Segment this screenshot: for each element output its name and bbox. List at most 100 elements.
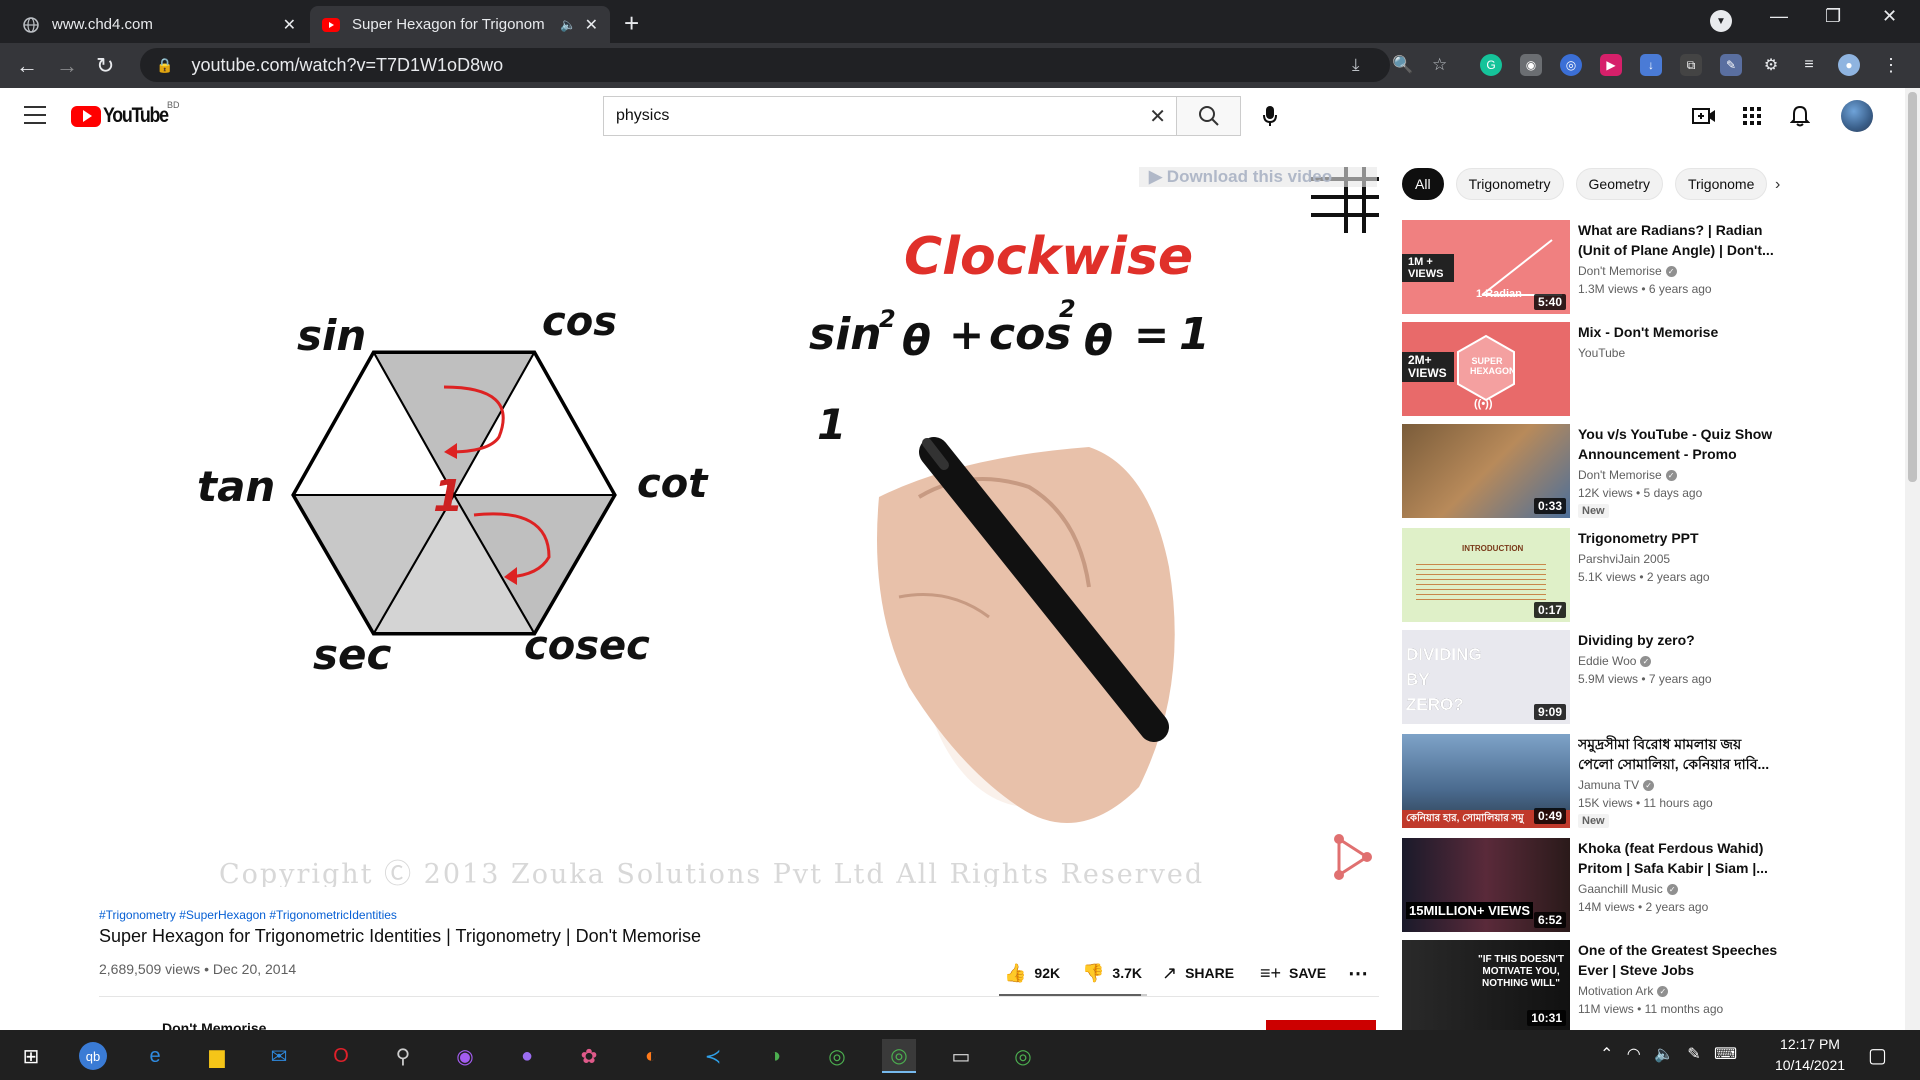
like-button[interactable]: 👍 92K [1004, 961, 1060, 985]
chrome-icon[interactable]: ◎ [820, 1039, 854, 1073]
search-button[interactable] [1177, 96, 1241, 136]
chip-all[interactable]: All [1402, 168, 1444, 200]
system-tray-icons[interactable]: ⌃ ◠ 🔈 ✎ ⌨ [1600, 1044, 1737, 1064]
chip-trigonometry[interactable]: Trigonometry [1455, 168, 1564, 200]
pen-extension-icon[interactable]: ✎ [1720, 54, 1742, 76]
voice-search-button[interactable] [1250, 96, 1290, 136]
recommendation-item[interactable]: INTRODUCTION 0:17 Trigonometry PPT Parsh… [1402, 528, 1872, 622]
close-window-icon[interactable]: ✕ [1882, 6, 1897, 27]
video-thumbnail[interactable]: 15MILLION+ VIEWS 6:52 [1402, 838, 1570, 932]
recommendation-title[interactable]: One of the Greatest Speeches Ever | Stev… [1578, 940, 1778, 980]
video-thumbnail[interactable]: "IF THIS DOESN'T MOTIVATE YOU, NOTHING W… [1402, 940, 1570, 1030]
address-bar[interactable]: 🔒 youtube.com/watch?v=T7D1W1oD8wo [140, 48, 1390, 82]
edge-browser-icon[interactable]: e [138, 1039, 172, 1073]
menu-icon[interactable] [24, 106, 46, 124]
recommendation-title[interactable]: Dividing by zero? [1578, 630, 1778, 650]
reading-list-icon[interactable]: ≡ [1798, 54, 1820, 76]
video-thumbnail[interactable]: DIVIDING BY ZERO? 9:09 [1402, 630, 1570, 724]
forward-icon[interactable]: → [56, 53, 78, 79]
firefox-icon[interactable]: ◐ [634, 1039, 668, 1073]
recommendation-title[interactable]: Mix - Don't Memorise [1578, 322, 1778, 342]
back-icon[interactable]: ← [16, 53, 38, 79]
video-thumbnail[interactable]: 1M + VIEWS 1 Radian 5:40 [1402, 220, 1570, 314]
video-player[interactable]: sin cos tan cot sec cosec 1 Clockwise si… [99, 167, 1379, 887]
download-extension-icon[interactable]: ↓ [1640, 54, 1662, 76]
recommendation-channel[interactable]: Motivation Ark ✓ [1578, 984, 1669, 998]
action-center-icon[interactable]: ▢ [1868, 1043, 1887, 1068]
create-video-icon[interactable] [1690, 102, 1718, 130]
recommendation-item[interactable]: 2M+ VIEWS SUPER HEXAGON ((•)) Mix - Don'… [1402, 322, 1872, 416]
user-avatar[interactable] [1841, 100, 1873, 132]
speaker-icon[interactable]: 🔈 [560, 17, 576, 33]
github-icon[interactable]: ● [510, 1039, 544, 1073]
zoom-icon[interactable]: 🔍 [1392, 55, 1413, 75]
close-tab-icon[interactable]: ✕ [283, 15, 296, 35]
video-thumbnail[interactable]: 0:33 [1402, 424, 1570, 518]
apps-grid-icon[interactable] [1738, 102, 1766, 130]
video-thumbnail[interactable]: 2M+ VIEWS SUPER HEXAGON ((•)) [1402, 322, 1570, 416]
satellite-app-icon[interactable]: ⚲ [386, 1039, 420, 1073]
recommendation-title[interactable]: সমুদ্রসীমা বিরোধ মামলায় জয় পেলো সোমালি… [1578, 734, 1778, 774]
install-app-icon[interactable]: ⤓ [1352, 55, 1360, 75]
recommendation-channel[interactable]: ParshviJain 2005 [1578, 552, 1670, 566]
extensions-puzzle-icon[interactable]: ⚙ [1760, 54, 1782, 76]
dislike-button[interactable]: 👎 3.7K [1082, 961, 1142, 985]
clear-search-icon[interactable]: ✕ [1149, 104, 1166, 129]
recommendation-channel[interactable]: Don't Memorise ✓ [1578, 264, 1677, 278]
download-video-overlay[interactable]: ▶ Download this video [1139, 167, 1377, 187]
recommendation-title[interactable]: What are Radians? | Radian (Unit of Plan… [1578, 220, 1778, 260]
notifications-bell-icon[interactable] [1786, 102, 1814, 130]
terminal-icon[interactable]: ▭ [944, 1039, 978, 1073]
page-scrollbar[interactable] [1905, 88, 1920, 1030]
screen-extension-icon[interactable]: ⧉ [1680, 54, 1702, 76]
browser-tab-youtube[interactable]: Super Hexagon for Trigonom 🔈 ✕ [310, 6, 610, 43]
qbittorrent-icon[interactable]: qb [76, 1039, 110, 1073]
subscribe-button[interactable] [1266, 1020, 1376, 1030]
recommendation-item[interactable]: DIVIDING BY ZERO? 9:09 Dividing by zero?… [1402, 630, 1872, 724]
recommendation-item[interactable]: "IF THIS DOESN'T MOTIVATE YOU, NOTHING W… [1402, 940, 1872, 1030]
search-box[interactable]: ✕ [603, 96, 1177, 136]
mail-icon[interactable]: ✉ [262, 1039, 296, 1073]
new-tab-button[interactable]: + [624, 8, 639, 39]
recommendation-channel[interactable]: Eddie Woo ✓ [1578, 654, 1652, 668]
recommendation-channel[interactable]: Gaanchill Music ✓ [1578, 882, 1678, 896]
recommendation-title[interactable]: You v/s YouTube - Quiz Show Announcement… [1578, 424, 1778, 464]
lock-icon[interactable]: 🔒 [156, 57, 173, 74]
recommendation-item[interactable]: 1M + VIEWS 1 Radian 5:40 What are Radian… [1402, 220, 1872, 314]
chip-geometry[interactable]: Geometry [1575, 168, 1663, 200]
opera-browser-icon[interactable]: O [324, 1039, 358, 1073]
play-extension-icon[interactable]: ▶ [1600, 54, 1622, 76]
bookmark-star-icon[interactable]: ☆ [1432, 55, 1447, 75]
share-button[interactable]: ↗ SHARE [1162, 961, 1234, 985]
windows-start-icon[interactable]: ⊞ [14, 1039, 48, 1073]
reload-icon[interactable]: ↻ [96, 53, 114, 79]
recommendation-channel[interactable]: Don't Memorise ✓ [1578, 468, 1677, 482]
vscode-icon[interactable]: ≺ [696, 1039, 730, 1073]
recommendation-channel[interactable]: YouTube [1578, 346, 1625, 360]
close-tab-icon[interactable]: ✕ [585, 15, 598, 35]
camera-extension-icon[interactable]: ◉ [1520, 54, 1542, 76]
chevron-right-icon[interactable]: › [1775, 176, 1780, 194]
scrollbar-thumb[interactable] [1908, 92, 1917, 482]
youtube-logo[interactable]: YouTube BD [71, 100, 180, 128]
search-input[interactable] [616, 107, 1136, 125]
recommendation-item[interactable]: কেনিয়ার হার, সোমালিয়ার সমু 0:49 সমুদ্র… [1402, 734, 1872, 828]
chrome-menu-icon[interactable]: ⋮ [1880, 54, 1902, 76]
edge-canary-icon[interactable]: ◑ [758, 1039, 792, 1073]
taskbar-clock[interactable]: 12:17 PM 10/14/2021 [1760, 1034, 1860, 1076]
recommendation-channel[interactable]: Jamuna TV ✓ [1578, 778, 1655, 792]
recommendation-title[interactable]: Trigonometry PPT [1578, 528, 1778, 548]
video-thumbnail[interactable]: INTRODUCTION 0:17 [1402, 528, 1570, 622]
recommendation-title[interactable]: Khoka (feat Ferdous Wahid) Pritom | Safa… [1578, 838, 1778, 878]
recommendation-item[interactable]: 15MILLION+ VIEWS 6:52 Khoka (feat Ferdou… [1402, 838, 1872, 932]
grammarly-extension-icon[interactable]: G [1480, 54, 1502, 76]
save-button[interactable]: ≡+ SAVE [1260, 961, 1326, 985]
app-icon[interactable]: ✿ [572, 1039, 606, 1073]
minimize-icon[interactable]: — [1770, 6, 1788, 27]
chrome-active-icon[interactable]: ◎ [882, 1039, 916, 1073]
recommendation-item[interactable]: 0:33 You v/s YouTube - Quiz Show Announc… [1402, 424, 1872, 518]
chrome-profile-icon[interactable]: ◎ [1006, 1039, 1040, 1073]
browser-tab-chd4[interactable]: www.chd4.com ✕ [10, 6, 308, 43]
file-explorer-icon[interactable]: ▆ [200, 1039, 234, 1073]
chip-trigonometry-2[interactable]: Trigonome [1674, 168, 1768, 200]
